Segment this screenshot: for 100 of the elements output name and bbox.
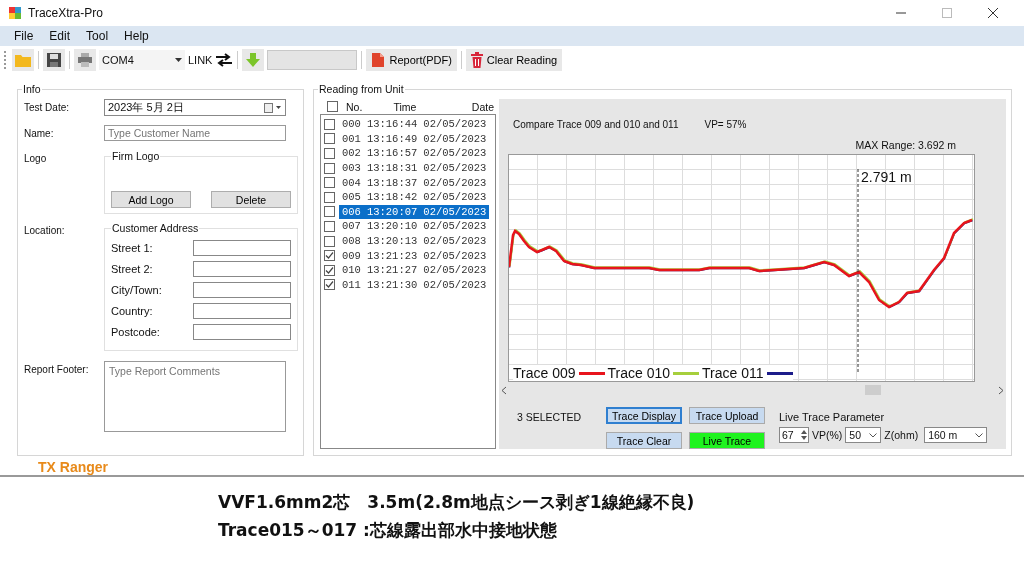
address-field[interactable] [193, 261, 291, 277]
trash-icon [470, 52, 483, 68]
menu-item[interactable]: Tool [80, 27, 115, 45]
dropdown-value: 50 [849, 429, 862, 441]
port-dropdown[interactable]: COM4 [99, 50, 185, 70]
legend-label: Trace 009 [513, 365, 576, 382]
field-label: Test Date: [24, 101, 71, 113]
spinner-arrows-icon[interactable] [800, 429, 808, 441]
scroll-left-icon[interactable] [501, 385, 507, 395]
checkbox[interactable] [324, 148, 335, 159]
scroll-right-icon[interactable] [998, 385, 1004, 395]
calendar-dropdown-icon[interactable] [264, 102, 282, 113]
checkbox[interactable] [324, 279, 335, 291]
trace-button[interactable]: Trace Clear [606, 432, 682, 449]
reading-row[interactable]: 009 13:21:23 02/05/2023 [339, 248, 490, 263]
reading-row[interactable]: 001 13:16:49 02/05/2023 [339, 131, 490, 146]
selected-count: 3 SELECTED [517, 410, 583, 425]
reading-row[interactable]: 008 13:20:13 02/05/2023 [339, 234, 490, 249]
checkbox[interactable] [324, 133, 335, 145]
group-label: Info [22, 83, 42, 95]
dropdown-value: 160 m [928, 429, 958, 441]
legend-label: Trace 011 [702, 365, 764, 382]
reading-row[interactable]: 007 13:20:10 02/05/2023 [339, 219, 490, 234]
report-button[interactable]: Report(PDF) [366, 49, 457, 71]
field-label: Z(ohm) [884, 429, 919, 441]
name-field[interactable]: Type Customer Name [104, 125, 286, 141]
reading-row[interactable]: 005 13:18:42 02/05/2023 [339, 190, 490, 205]
reading-row[interactable]: 000 13:16:44 02/05/2023 [339, 117, 490, 132]
checkbox[interactable] [324, 220, 335, 232]
caption-text: Trace015～017 :芯線露出部水中接地状態 [218, 519, 558, 542]
field-label: Street 1: [111, 242, 153, 254]
reading-row[interactable]: 006 13:20:07 02/05/2023 [339, 204, 490, 219]
date-value: 2023年 5月 2日 [108, 100, 184, 115]
window-title: TraceXtra-Pro [28, 6, 104, 20]
link-label: LINK [188, 54, 213, 66]
brand-text: TX Ranger [38, 459, 108, 475]
checkbox[interactable] [324, 250, 335, 262]
reading-row[interactable]: 011 13:21:30 02/05/2023 [339, 277, 490, 292]
checkbox[interactable] [324, 264, 335, 276]
pdf-document-icon [371, 52, 386, 68]
address-field[interactable] [193, 324, 291, 340]
report-footer-field[interactable]: Type Report Comments [104, 361, 286, 432]
checkbox[interactable] [324, 235, 335, 247]
address-field[interactable] [193, 282, 291, 298]
vp-spinner[interactable]: 67 [779, 427, 809, 443]
trace-button[interactable]: Live Trace [689, 432, 765, 449]
field-label: Report Footer: [24, 363, 90, 375]
swap-arrows-icon[interactable] [215, 53, 234, 67]
chevron-down-icon [975, 432, 984, 438]
scrollbar-thumb[interactable] [864, 385, 881, 396]
checkbox[interactable] [324, 191, 335, 203]
checkbox[interactable] [324, 206, 335, 218]
parameter-title: Live Trace Parameter [779, 411, 886, 423]
app-icon [8, 6, 22, 20]
field-label: Street 2: [111, 263, 153, 275]
menu-item[interactable]: Help [118, 27, 155, 45]
compare-text: Compare Trace 009 and 010 and 011 [513, 119, 679, 132]
checkbox[interactable] [324, 162, 335, 174]
range-dropdown[interactable]: 160 m [924, 427, 988, 443]
reading-row[interactable]: 004 13:18:37 02/05/2023 [339, 175, 490, 190]
address-field[interactable] [193, 303, 291, 319]
field-label: VP(%) [812, 429, 843, 441]
field-label: Logo [24, 152, 48, 164]
field-label: Country: [111, 305, 153, 317]
field-label: Postcode: [111, 326, 160, 338]
vp-text: VP= 57% [704, 119, 747, 132]
caption-text: VVF1.6mm2芯 3.5m(2.8m地点シース剥ぎ1線絶縁不良) [218, 491, 696, 514]
chevron-down-icon [869, 432, 878, 438]
date-picker[interactable]: 2023年 5月 2日 [104, 99, 286, 116]
menu-item[interactable]: Edit [43, 27, 77, 45]
max-range-text: MAX Range: 3.692 m [855, 138, 956, 151]
printer-icon[interactable] [76, 52, 94, 68]
menu-item[interactable]: File [8, 27, 40, 45]
checkbox[interactable] [324, 177, 335, 189]
checkbox[interactable] [324, 118, 335, 130]
field-label: Location: [24, 224, 66, 236]
logo-button[interactable]: Add Logo [111, 191, 191, 208]
column-header: Date [470, 100, 494, 113]
column-header: No. [346, 100, 364, 113]
caret-icon [175, 58, 182, 62]
trace-button[interactable]: Trace Upload [689, 407, 765, 424]
logo-button[interactable]: Delete [211, 191, 291, 208]
address-field[interactable] [193, 240, 291, 256]
reading-row[interactable]: 002 13:16:57 02/05/2023 [339, 146, 490, 161]
field-label: Name: [24, 127, 55, 139]
group-label: Reading from Unit [318, 83, 405, 95]
reading-row[interactable]: 003 13:18:31 02/05/2023 [339, 161, 490, 176]
reading-row[interactable]: 010 13:21:27 02/05/2023 [339, 263, 490, 278]
spinner-value: 67 [782, 429, 794, 441]
cursor-reading: 2.791 m [861, 169, 912, 186]
checkbox[interactable] [327, 101, 338, 112]
group-label: Firm Logo [111, 150, 161, 162]
save-icon[interactable] [45, 52, 63, 68]
impedance-dropdown[interactable]: 50 [845, 427, 882, 443]
clear-reading-button[interactable]: Clear Reading [465, 49, 563, 71]
dropdown-value: COM4 [102, 54, 134, 66]
group-label: Customer Address [111, 222, 200, 234]
column-header: Time [392, 100, 418, 113]
field-label: City/Town: [111, 284, 162, 296]
trace-button[interactable]: Trace Display [606, 407, 682, 424]
